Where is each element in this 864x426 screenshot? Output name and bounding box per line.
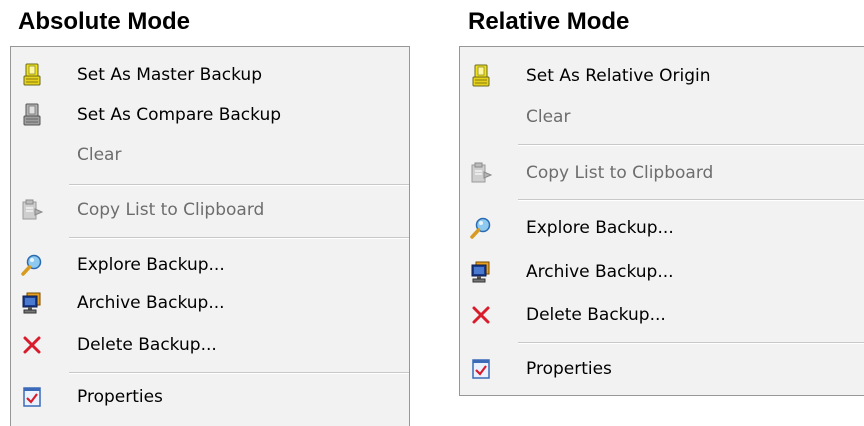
menu-item-set-as-master-backup[interactable]: Set As Master Backup: [11, 53, 409, 97]
delete-x-icon: [21, 333, 43, 357]
lock-yellow-icon: [21, 63, 43, 87]
magnifier-icon: [470, 216, 492, 240]
lock-gray-icon: [21, 103, 43, 127]
menu-item-label: Explore Backup...: [77, 255, 225, 275]
clipboard-icon: [470, 161, 492, 185]
menu-item-label: Copy List to Clipboard: [77, 200, 265, 220]
relative-mode-heading: Relative Mode: [468, 8, 630, 35]
archive-icon: [470, 260, 492, 284]
menu-item-copy-list-to-clipboard[interactable]: Copy List to Clipboard: [11, 188, 409, 232]
menu-item-label: Archive Backup...: [526, 262, 674, 282]
menu-item-properties[interactable]: Properties: [11, 375, 409, 419]
menu-separator: [518, 199, 864, 201]
menu-item-clear[interactable]: Clear: [460, 95, 864, 139]
menu-item-label: Properties: [526, 359, 612, 379]
archive-icon: [21, 291, 43, 315]
menu-item-label: Copy List to Clipboard: [526, 163, 714, 183]
magnifier-icon: [21, 253, 43, 277]
menu-item-label: Set As Relative Origin: [526, 66, 711, 86]
properties-icon: [470, 357, 492, 381]
menu-separator: [69, 184, 409, 186]
properties-icon: [21, 385, 43, 409]
menu-item-delete-backup[interactable]: Delete Backup...: [460, 293, 864, 337]
menu-separator: [69, 372, 409, 374]
menu-item-label: Archive Backup...: [77, 293, 225, 313]
menu-item-clear[interactable]: Clear: [11, 133, 409, 177]
menu-item-label: Set As Master Backup: [77, 65, 262, 85]
menu-item-label: Delete Backup...: [526, 305, 666, 325]
lock-yellow-icon: [470, 64, 492, 88]
menu-item-archive-backup[interactable]: Archive Backup...: [460, 250, 864, 294]
relative-mode-context-menu: Set As Relative Origin Clear Copy List t…: [459, 46, 864, 396]
menu-separator: [518, 144, 864, 146]
menu-item-label: Clear: [526, 107, 571, 127]
menu-item-label: Set As Compare Backup: [77, 105, 282, 125]
menu-item-delete-backup[interactable]: Delete Backup...: [11, 323, 409, 367]
menu-item-properties[interactable]: Properties: [460, 347, 864, 391]
delete-x-icon: [470, 303, 492, 327]
menu-item-set-as-relative-origin[interactable]: Set As Relative Origin: [460, 54, 864, 98]
menu-item-explore-backup[interactable]: Explore Backup...: [460, 206, 864, 250]
menu-item-label: Properties: [77, 387, 163, 407]
absolute-mode-heading: Absolute Mode: [18, 8, 190, 35]
menu-item-label: Explore Backup...: [526, 218, 674, 238]
menu-item-archive-backup[interactable]: Archive Backup...: [11, 281, 409, 325]
menu-separator: [69, 237, 409, 239]
clipboard-icon: [21, 198, 43, 222]
menu-item-label: Clear: [77, 145, 122, 165]
absolute-mode-context-menu: Set As Master Backup Set As Compare Back…: [10, 46, 410, 426]
menu-item-label: Delete Backup...: [77, 335, 217, 355]
menu-item-copy-list-to-clipboard[interactable]: Copy List to Clipboard: [460, 151, 864, 195]
menu-separator: [518, 342, 864, 344]
menu-item-set-as-compare-backup[interactable]: Set As Compare Backup: [11, 93, 409, 137]
